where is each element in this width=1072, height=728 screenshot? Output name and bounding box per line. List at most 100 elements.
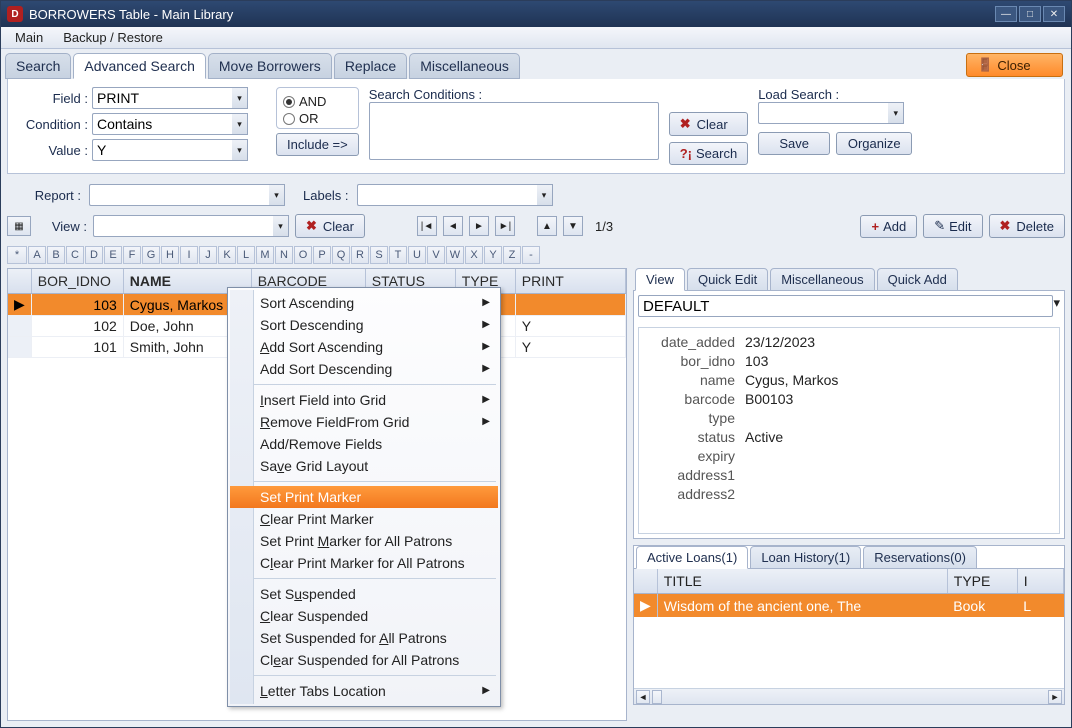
context-menu-item[interactable]: Set Print Marker bbox=[230, 486, 498, 508]
context-menu-item[interactable]: Clear Suspended for All Patrons bbox=[230, 649, 498, 671]
context-menu-item[interactable]: Add Sort Descending▶ bbox=[230, 358, 498, 380]
context-menu-item[interactable]: Clear Print Marker for All Patrons bbox=[230, 552, 498, 574]
organize-button[interactable]: Organize bbox=[836, 132, 912, 155]
include-button[interactable]: Include => bbox=[276, 133, 359, 156]
context-menu-item[interactable]: Add/Remove Fields bbox=[230, 433, 498, 455]
letter-S[interactable]: S bbox=[370, 246, 388, 264]
context-menu-item[interactable]: Sort Descending▶ bbox=[230, 314, 498, 336]
scroll-thumb[interactable] bbox=[652, 690, 662, 704]
col-loan-type[interactable]: TYPE bbox=[947, 569, 1017, 594]
tab-move-borrowers[interactable]: Move Borrowers bbox=[208, 53, 332, 79]
letter-G[interactable]: G bbox=[142, 246, 160, 264]
context-menu-item[interactable]: Save Grid Layout bbox=[230, 455, 498, 477]
letter-Z[interactable]: Z bbox=[503, 246, 521, 264]
field-combo[interactable] bbox=[92, 87, 232, 109]
tab-active-loans[interactable]: Active Loans(1) bbox=[636, 546, 748, 569]
letter-M[interactable]: M bbox=[256, 246, 274, 264]
letter-Q[interactable]: Q bbox=[332, 246, 350, 264]
search-conditions-text[interactable] bbox=[369, 102, 659, 160]
letter-I[interactable]: I bbox=[180, 246, 198, 264]
col-bor-idno[interactable]: BOR_IDNO bbox=[31, 269, 123, 294]
save-search-button[interactable]: Save bbox=[758, 132, 830, 155]
letter-X[interactable]: X bbox=[465, 246, 483, 264]
letter-A[interactable]: A bbox=[28, 246, 46, 264]
tab-miscellaneous[interactable]: Miscellaneous bbox=[409, 53, 520, 79]
chevron-down-icon[interactable]: ▾ bbox=[269, 184, 285, 206]
letter-R[interactable]: R bbox=[351, 246, 369, 264]
loans-grid[interactable]: TITLE TYPE I ▶Wisdom of the ancient one,… bbox=[634, 569, 1064, 688]
move-up-button[interactable]: ▲ bbox=[537, 216, 557, 236]
search-button[interactable]: ?¡ Search bbox=[669, 142, 748, 165]
edit-button[interactable]: ✎Edit bbox=[923, 214, 982, 238]
tab-replace[interactable]: Replace bbox=[334, 53, 407, 79]
letter-Y[interactable]: Y bbox=[484, 246, 502, 264]
letter--[interactable]: - bbox=[522, 246, 540, 264]
table-row[interactable]: ▶Wisdom of the ancient one, TheBookL bbox=[634, 594, 1064, 618]
close-window-button[interactable]: ✕ bbox=[1043, 6, 1065, 22]
nav-prev-button[interactable]: ◄ bbox=[443, 216, 463, 236]
chevron-down-icon[interactable]: ▾ bbox=[537, 184, 553, 206]
letter-D[interactable]: D bbox=[85, 246, 103, 264]
nav-last-button[interactable]: ►| bbox=[495, 216, 515, 236]
chevron-down-icon[interactable]: ▾ bbox=[232, 87, 248, 109]
context-menu-item[interactable]: Insert Field into Grid▶ bbox=[230, 389, 498, 411]
details-header-combo[interactable] bbox=[638, 295, 1053, 317]
letter-V[interactable]: V bbox=[427, 246, 445, 264]
letter-W[interactable]: W bbox=[446, 246, 464, 264]
menu-main[interactable]: Main bbox=[5, 28, 53, 47]
context-menu-item[interactable]: Sort Ascending▶ bbox=[230, 292, 498, 314]
tab-search[interactable]: Search bbox=[5, 53, 71, 79]
loan-scrollbar[interactable]: ◄ ► bbox=[634, 688, 1064, 704]
clear-view-button[interactable]: ✖Clear bbox=[295, 214, 365, 238]
tab-reservations[interactable]: Reservations(0) bbox=[863, 546, 977, 569]
minimize-button[interactable]: — bbox=[995, 6, 1017, 22]
radio-or[interactable]: OR bbox=[283, 111, 352, 126]
context-menu-item[interactable]: Set Print Marker for All Patrons bbox=[230, 530, 498, 552]
context-menu-item[interactable]: Clear Suspended bbox=[230, 605, 498, 627]
scroll-right-icon[interactable]: ► bbox=[1048, 690, 1062, 704]
tab-loan-history[interactable]: Loan History(1) bbox=[750, 546, 861, 569]
letter-C[interactable]: C bbox=[66, 246, 84, 264]
chevron-down-icon[interactable]: ▾ bbox=[232, 139, 248, 161]
scroll-left-icon[interactable]: ◄ bbox=[636, 690, 650, 704]
letter-L[interactable]: L bbox=[237, 246, 255, 264]
letter-U[interactable]: U bbox=[408, 246, 426, 264]
clear-conditions-button[interactable]: ✖ Clear bbox=[669, 112, 748, 136]
letter-H[interactable]: H bbox=[161, 246, 179, 264]
context-menu-item[interactable]: Clear Print Marker bbox=[230, 508, 498, 530]
view-combo[interactable] bbox=[93, 215, 273, 237]
chevron-down-icon[interactable]: ▾ bbox=[273, 215, 289, 237]
delete-button[interactable]: ✖Delete bbox=[989, 214, 1065, 238]
context-menu-item[interactable]: Set Suspended for All Patrons bbox=[230, 627, 498, 649]
letter-E[interactable]: E bbox=[104, 246, 122, 264]
move-down-button[interactable]: ▼ bbox=[563, 216, 583, 236]
letter-O[interactable]: O bbox=[294, 246, 312, 264]
condition-combo[interactable] bbox=[92, 113, 232, 135]
context-menu-item[interactable]: Remove FieldFrom Grid▶ bbox=[230, 411, 498, 433]
maximize-button[interactable]: □ bbox=[1019, 6, 1041, 22]
report-combo[interactable] bbox=[89, 184, 269, 206]
grid-layout-icon[interactable]: ▦ bbox=[7, 216, 31, 236]
chevron-down-icon[interactable]: ▾ bbox=[888, 102, 904, 124]
context-menu-item[interactable]: Letter Tabs Location▶ bbox=[230, 680, 498, 702]
tab-view[interactable]: View bbox=[635, 268, 685, 291]
load-search-combo[interactable] bbox=[758, 102, 888, 124]
context-menu-item[interactable]: Set Suspended bbox=[230, 583, 498, 605]
close-button[interactable]: 🚪 Close bbox=[966, 53, 1063, 77]
letter-B[interactable]: B bbox=[47, 246, 65, 264]
value-input[interactable] bbox=[92, 139, 232, 161]
tab-misc[interactable]: Miscellaneous bbox=[770, 268, 874, 291]
context-menu-item[interactable]: Add Sort Ascending▶ bbox=[230, 336, 498, 358]
menu-backup-restore[interactable]: Backup / Restore bbox=[53, 28, 173, 47]
col-loan-i[interactable]: I bbox=[1017, 569, 1063, 594]
letter-K[interactable]: K bbox=[218, 246, 236, 264]
nav-first-button[interactable]: |◄ bbox=[417, 216, 437, 236]
letter-J[interactable]: J bbox=[199, 246, 217, 264]
letter-*[interactable]: * bbox=[7, 246, 27, 264]
letter-T[interactable]: T bbox=[389, 246, 407, 264]
letter-N[interactable]: N bbox=[275, 246, 293, 264]
col-print[interactable]: PRINT bbox=[515, 269, 625, 294]
col-loan-title[interactable]: TITLE bbox=[657, 569, 947, 594]
add-button[interactable]: +Add bbox=[860, 215, 917, 238]
labels-combo[interactable] bbox=[357, 184, 537, 206]
